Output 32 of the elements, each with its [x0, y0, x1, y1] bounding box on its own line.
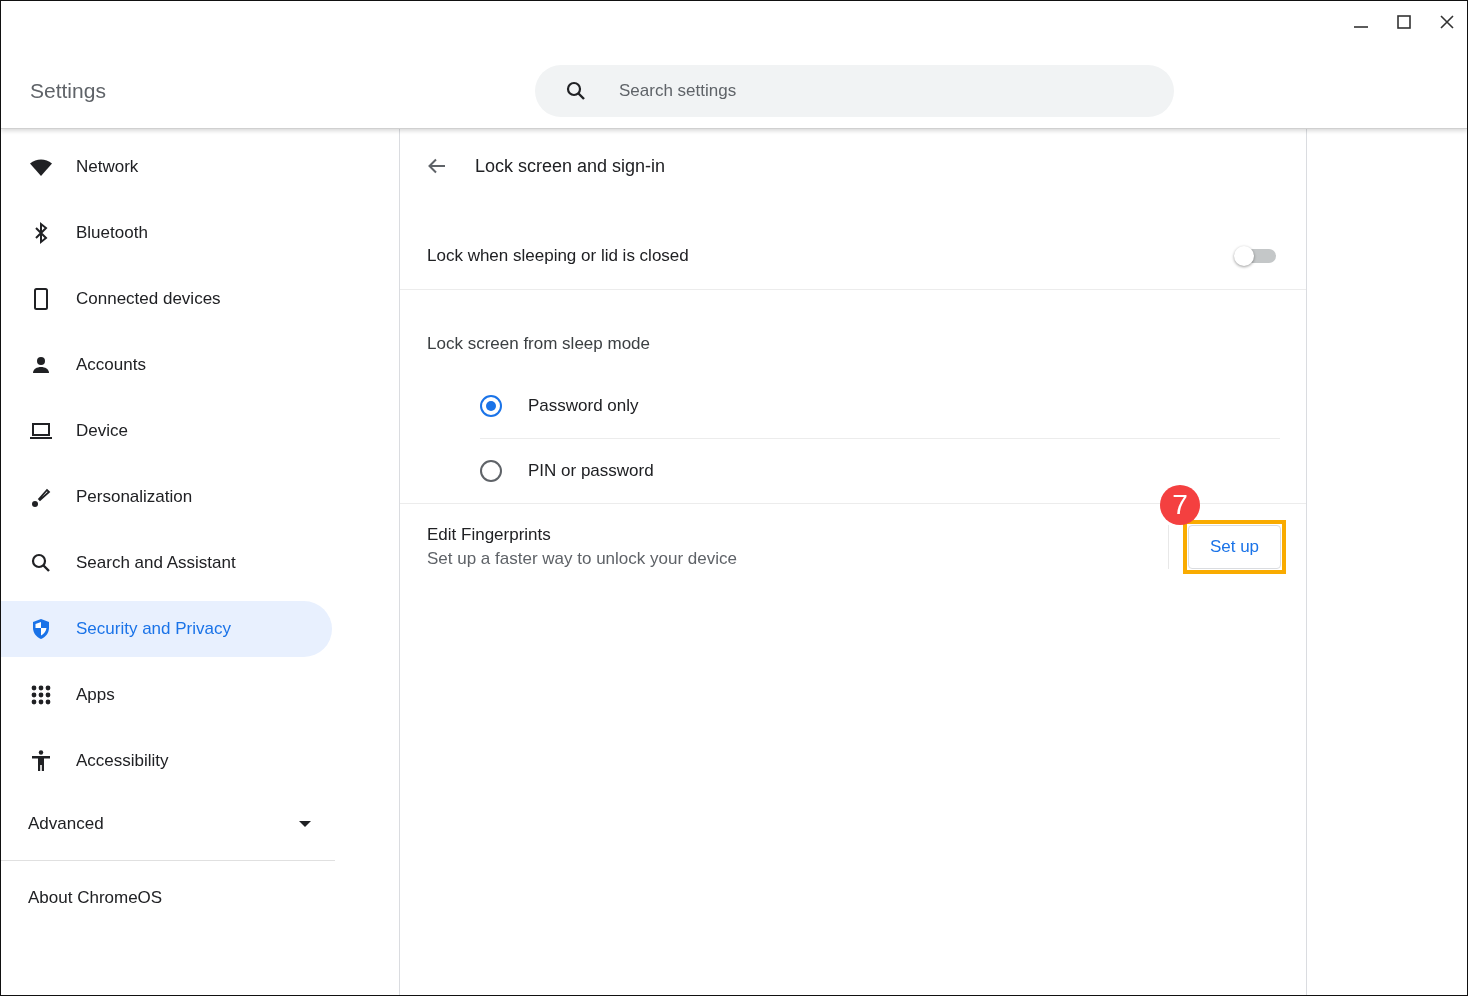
- section-heading: Lock screen from sleep mode: [427, 333, 651, 355]
- sidebar-item[interactable]: Connected devices: [1, 271, 332, 327]
- setting-description: Set up a faster way to unlock your device: [427, 549, 738, 569]
- about-link[interactable]: About ChromeOS: [28, 888, 163, 908]
- window-title: Settings: [30, 79, 107, 103]
- search-field[interactable]: Search settings: [535, 65, 1174, 117]
- page-title: Lock screen and sign-in: [475, 155, 666, 177]
- radio-label: PIN or password: [528, 461, 654, 481]
- setup-button[interactable]: Set up: [1188, 525, 1281, 569]
- maximize-icon[interactable]: [1396, 14, 1412, 30]
- sidebar-item[interactable]: Bluetooth: [1, 205, 332, 261]
- step-badge: 7: [1160, 485, 1200, 525]
- radio-label: Password only: [528, 396, 639, 416]
- sidebar-item[interactable]: Network: [1, 139, 332, 195]
- caret-icon: [299, 820, 311, 828]
- back-arrow-icon[interactable]: [427, 156, 447, 176]
- sidebar-item[interactable]: Device: [1, 403, 332, 459]
- radio-button[interactable]: [480, 395, 502, 417]
- accessibility-icon: [29, 749, 53, 773]
- grid-icon: [29, 683, 53, 707]
- close-icon[interactable]: [1439, 14, 1455, 30]
- sidebar-item[interactable]: Search and Assistant: [1, 535, 332, 591]
- sidebar-item[interactable]: Personalization: [1, 469, 332, 525]
- setting-label: Edit Fingerprints: [427, 525, 552, 545]
- toggle-switch[interactable]: [1234, 245, 1276, 267]
- advanced-section-toggle[interactable]: Advanced: [1, 799, 311, 849]
- sidebar-item[interactable]: Accounts: [1, 337, 332, 393]
- radio-button[interactable]: [480, 460, 502, 482]
- sidebar-item[interactable]: Accessibility: [1, 733, 332, 789]
- sidebar-item[interactable]: Apps: [1, 667, 332, 723]
- setting-label: Lock when sleeping or lid is closed: [427, 246, 689, 266]
- sidebar-item[interactable]: Security and Privacy: [1, 601, 332, 657]
